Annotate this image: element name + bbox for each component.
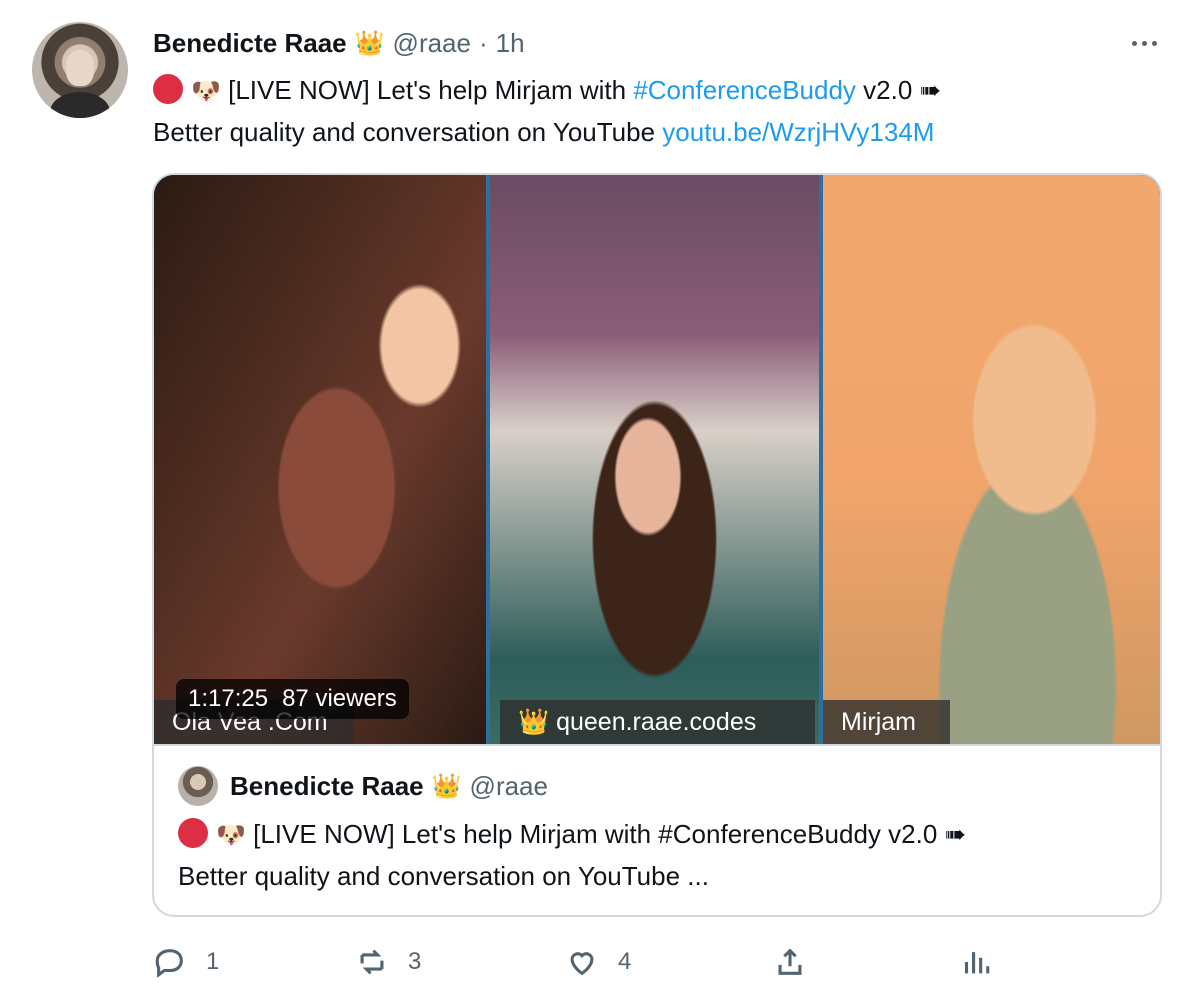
quoted-text-line2: Better quality and conversation on YouTu… (178, 861, 709, 891)
live-info-badge: 1:17:25 87 viewers (176, 679, 409, 719)
retweet-button[interactable]: 3 (352, 942, 421, 982)
share-button[interactable] (770, 942, 810, 982)
red-circle-icon (153, 74, 183, 104)
viewer-count: 87 viewers (282, 685, 397, 712)
video-pane-left: Ola Vea .Com (154, 175, 486, 744)
quoted-tweet-header: Benedicte Raae 👑 @raae (178, 766, 548, 806)
youtube-link[interactable]: youtu.be/WzrjHVy134M (662, 117, 934, 147)
more-dot-icon (1141, 40, 1147, 46)
tweet-text-line2: Better quality and conversation on YouTu… (153, 117, 663, 147)
like-count: 4 (618, 948, 632, 975)
share-icon (770, 942, 810, 982)
quoted-avatar (178, 766, 218, 806)
stream-time: 1:17:25 (188, 685, 269, 712)
author-name[interactable]: Benedicte Raae (153, 28, 347, 59)
quoted-dog-emoji: 🐶 (216, 822, 246, 849)
author-handle[interactable]: @raae (393, 28, 471, 59)
retweet-icon (352, 942, 392, 982)
time-separator: · (478, 27, 488, 58)
media-card[interactable]: Ola Vea .Com 👑 queen.raae.codes Mirjam 1… (152, 173, 1162, 917)
tweet-time[interactable]: 1h (496, 28, 525, 59)
hashtag-link[interactable]: #ConferenceBuddy (633, 75, 856, 105)
quoted-tweet[interactable]: Benedicte Raae 👑 @raae 🐶 [LIVE NOW] Let'… (154, 744, 1160, 915)
tweet-text-prefix: [LIVE NOW] Let's help Mirjam with (228, 75, 634, 105)
tweet-text: 🐶 [LIVE NOW] Let's help Mirjam with #Con… (153, 70, 1153, 152)
video-player[interactable]: Ola Vea .Com 👑 queen.raae.codes Mirjam 1… (154, 175, 1160, 744)
analytics-icon (955, 942, 995, 982)
more-dot-icon (1151, 40, 1157, 46)
like-button[interactable]: 4 (562, 942, 631, 982)
retweet-count: 3 (408, 948, 422, 975)
heart-icon (562, 942, 602, 982)
video-pane-center: 👑 queen.raae.codes (486, 175, 823, 744)
quoted-author-handle: @raae (469, 770, 548, 801)
reply-icon (150, 942, 190, 982)
video-pane-right: Mirjam (823, 175, 1160, 744)
crown-emoji: 👑 (354, 29, 385, 57)
tweet-actions: 1 3 4 (150, 942, 1010, 982)
more-dot-icon (1131, 40, 1137, 46)
video-label-right: Mirjam (823, 700, 950, 744)
analytics-button[interactable] (955, 942, 995, 982)
tweet-text-suffix: v2.0 ➠ (855, 75, 942, 105)
reply-button[interactable]: 1 (150, 942, 219, 982)
profile-avatar[interactable] (32, 22, 128, 118)
quoted-author-name: Benedicte Raae (230, 770, 424, 801)
video-label-center: 👑 queen.raae.codes (500, 700, 815, 744)
quoted-tweet-text: 🐶 [LIVE NOW] Let's help Mirjam with #Con… (178, 814, 1138, 896)
quoted-crown-emoji: 👑 (431, 772, 462, 800)
more-options-button[interactable] (1124, 30, 1164, 56)
tweet-header: Benedicte Raae 👑 @raae · 1h (153, 26, 525, 60)
dog-emoji: 🐶 (191, 78, 221, 105)
quoted-red-circle-icon (178, 818, 208, 848)
reply-count: 1 (206, 948, 220, 975)
quoted-text-line1: [LIVE NOW] Let's help Mirjam with #Confe… (253, 819, 967, 849)
